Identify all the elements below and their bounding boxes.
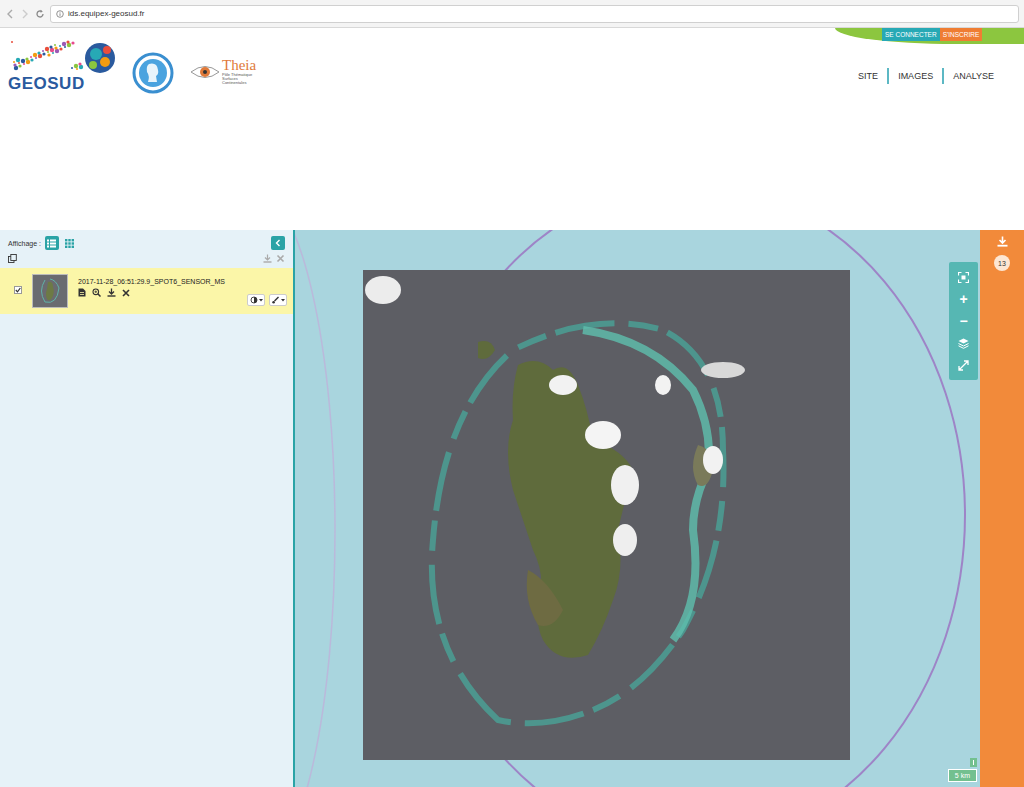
url-text[interactable]: ids.equipex-geosud.fr (68, 9, 145, 18)
layers-button[interactable] (953, 332, 975, 354)
main-nav: SITEIMAGESANALYSE (849, 68, 1024, 84)
brush-icon (272, 296, 285, 304)
info-icon (56, 10, 64, 18)
geosud-dots-icon (8, 38, 116, 74)
grid-view-icon (64, 238, 75, 249)
display-row: Affichage : (0, 230, 293, 250)
download-cart-icon[interactable] (997, 236, 1008, 247)
zoom-to-icon[interactable] (92, 288, 101, 297)
display-label: Affichage : (8, 240, 41, 247)
style-dropdown[interactable] (269, 294, 287, 306)
header-right: SE CONNECTERS'INSCRIRE SITEIMAGESANALYSE (824, 28, 1024, 230)
investissements-logo-icon[interactable] (132, 52, 174, 94)
island-thumbnail-icon (35, 276, 65, 306)
geosud-logo-text: GEOSUD (8, 74, 85, 94)
zoom-in-button[interactable]: + (953, 288, 975, 310)
layer-checkbox[interactable] (14, 286, 22, 294)
nav-item[interactable]: SITE (849, 68, 887, 84)
theia-text: TheiaPôle Thématique Surfaces Continenta… (222, 58, 262, 85)
copy-icon[interactable] (8, 254, 17, 263)
remove-icon[interactable] (122, 289, 130, 297)
map-view[interactable]: +− 5 km (295, 230, 980, 787)
download-all-icon[interactable] (263, 254, 272, 263)
scale-bar: 5 km (948, 769, 977, 782)
layer-thumbnail (32, 274, 68, 308)
layers-icon (958, 338, 969, 349)
reload-icon[interactable] (35, 9, 45, 19)
layer-info: 2017-11-28_06:51:29.9_SPOT6_SENSOR_MS (78, 274, 237, 297)
layer-panel: Affichage : 2017-11-28_06:51:29.9_SPOT6_S… (0, 230, 295, 787)
view-button[interactable] (63, 236, 77, 250)
theia-name: Theia (222, 58, 262, 73)
download-icon[interactable] (107, 288, 116, 297)
fullscreen-button[interactable] (953, 354, 975, 376)
collapse-button[interactable] (271, 236, 285, 250)
remove-all-icon[interactable] (276, 254, 285, 263)
browser-bar: ids.equipex-geosud.fr (0, 0, 1024, 28)
auth-bar: SE CONNECTERS'INSCRIRE (835, 28, 1024, 44)
address-bar[interactable]: ids.equipex-geosud.fr (50, 5, 1019, 23)
expand-icon (958, 360, 969, 371)
check-icon (15, 287, 21, 293)
theia-subtitle: Pôle Thématique Surfaces Continentales (222, 73, 262, 85)
layer-dropdowns (247, 294, 287, 306)
auth-button[interactable]: S'INSCRIRE (940, 28, 983, 41)
view-button[interactable] (45, 236, 59, 250)
metadata-icon[interactable] (78, 288, 86, 297)
geosud-logo[interactable]: GEOSUD (8, 38, 116, 94)
nav-item[interactable]: IMAGES (887, 68, 942, 84)
theia-logo[interactable]: TheiaPôle Thématique Surfaces Continenta… (190, 58, 262, 85)
back-icon[interactable] (5, 9, 15, 19)
download-sidebar: 13 (980, 230, 1024, 787)
scale-control: 5 km (948, 758, 977, 782)
zoom-extent-button[interactable] (953, 266, 975, 288)
info-marker-icon[interactable] (970, 758, 977, 767)
layer-title: 2017-11-28_06:51:29.9_SPOT6_SENSOR_MS (78, 278, 237, 285)
list-view-icon (46, 238, 57, 249)
site-header: GEOSUD TheiaPôle Thématique Surfaces Cont… (0, 28, 1024, 230)
satellite-image[interactable] (363, 270, 850, 760)
layer-actions (78, 288, 237, 297)
nav-item[interactable]: ANALYSE (942, 68, 1003, 84)
map-controls: +− (949, 262, 978, 380)
eye-icon (190, 63, 220, 81)
contrast-dropdown[interactable] (247, 294, 265, 306)
forward-icon[interactable] (20, 9, 30, 19)
auth-button[interactable]: SE CONNECTER (882, 28, 940, 41)
logos: GEOSUD TheiaPôle Thématique Surfaces Cont… (0, 28, 262, 230)
chevron-left-icon (274, 239, 282, 247)
zoom-out-button[interactable]: − (953, 310, 975, 332)
tools-row (0, 250, 293, 263)
layer-row[interactable]: 2017-11-28_06:51:29.9_SPOT6_SENSOR_MS (0, 268, 293, 314)
contrast-icon (250, 296, 263, 304)
cart-count-badge[interactable]: 13 (994, 255, 1010, 271)
extent-icon (958, 272, 969, 283)
main-area: Affichage : 2017-11-28_06:51:29.9_SPOT6_S… (0, 230, 1024, 787)
